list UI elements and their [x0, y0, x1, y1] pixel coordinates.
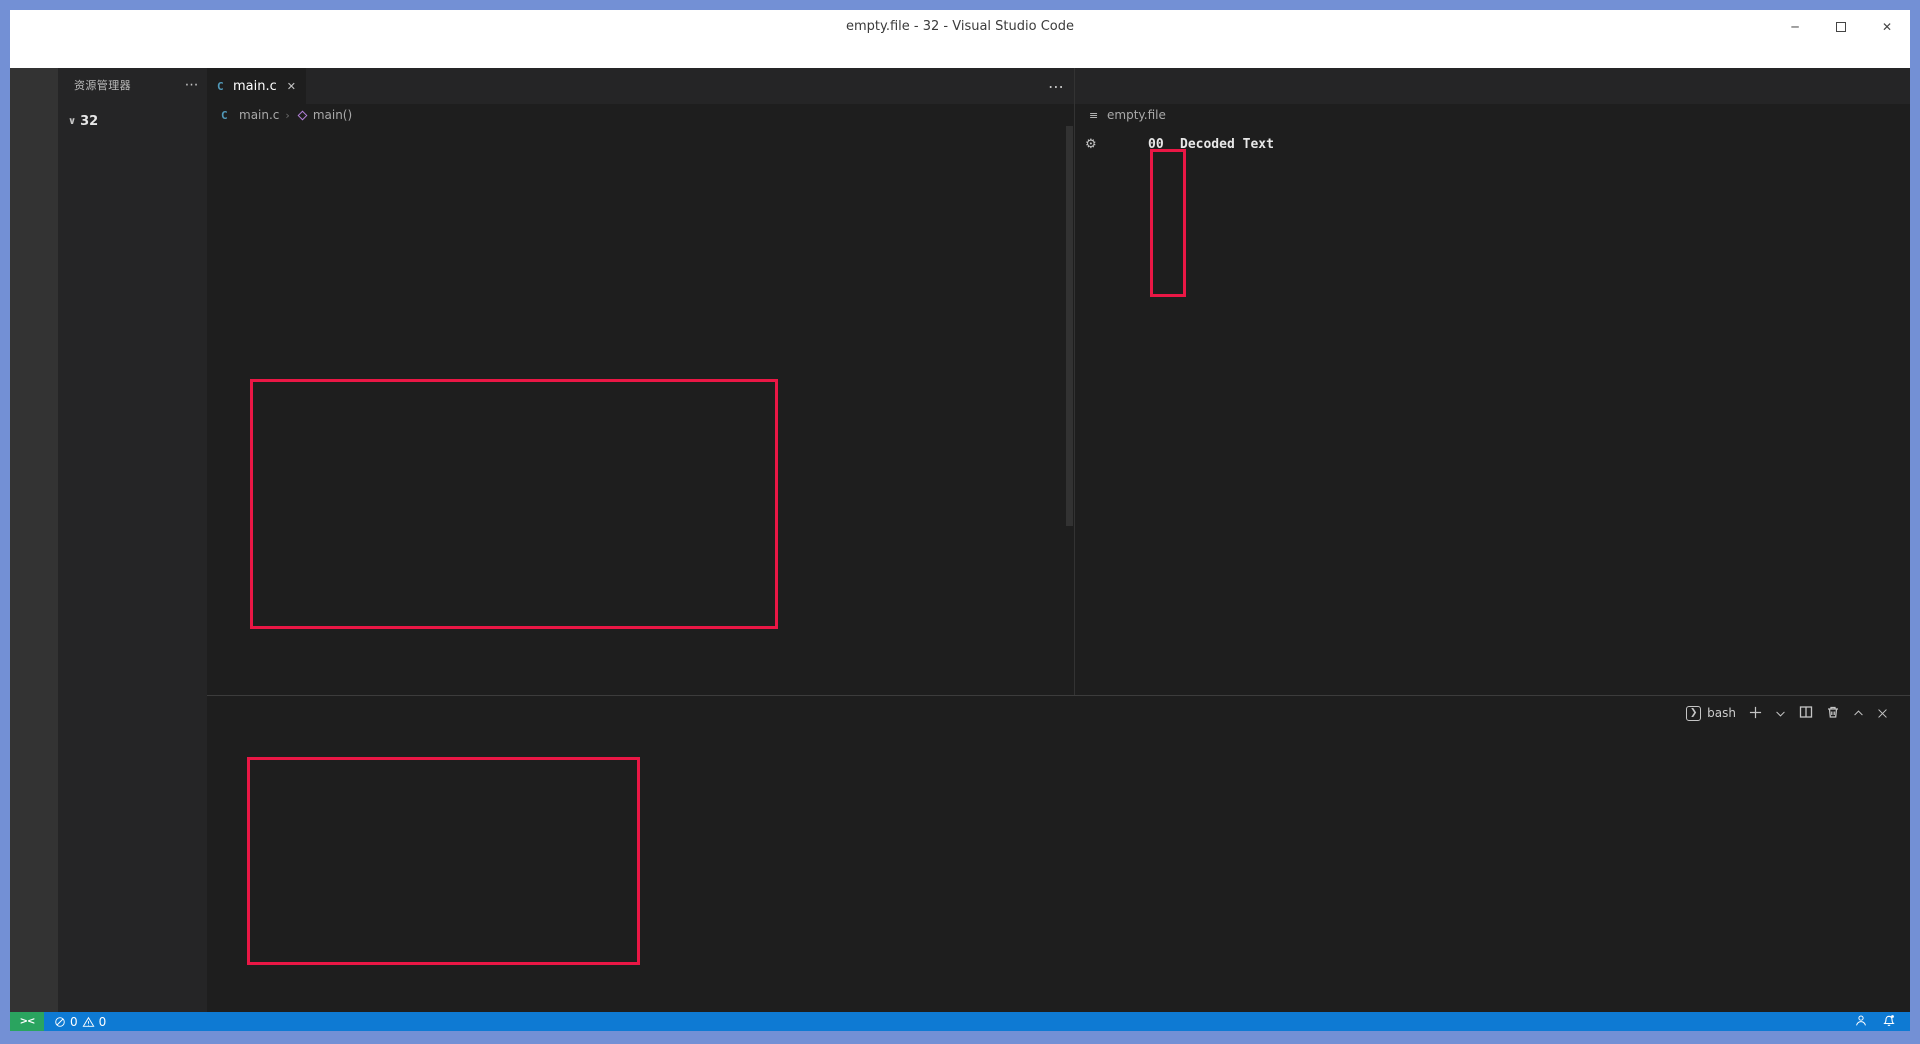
remote-indicator[interactable]: ><: [10, 1012, 44, 1031]
hex-editor[interactable]: ⚙ 00 Decoded Text: [1075, 126, 1910, 695]
status-bar: >< 0 0: [10, 1012, 1910, 1031]
code-editor[interactable]: [207, 126, 1074, 695]
hex-header-row: ⚙ 00 Decoded Text: [1075, 134, 1910, 154]
workbench: 资源管理器 ⋯ ∨ 32 C main.c: [10, 68, 1910, 1012]
breadcrumb-file: empty.file: [1107, 108, 1166, 122]
maximize-panel-icon[interactable]: [1853, 704, 1864, 723]
tab-main-c[interactable]: C main.c ✕: [207, 68, 307, 104]
tab-label: main.c: [233, 79, 277, 94]
more-actions-icon[interactable]: ⋯: [1048, 77, 1064, 96]
breadcrumb-file: main.c: [239, 108, 279, 122]
symbol-method-icon: [297, 110, 307, 120]
bottom-panel: ❯ bash: [207, 695, 1910, 1012]
editor-groups: C main.c ✕ ⋯ C main.c ›: [207, 68, 1910, 695]
shell-label: bash: [1707, 706, 1736, 720]
breadcrumb-symbol: main(): [313, 108, 352, 122]
vscode-window: empty.file - 32 - Visual Studio Code ─ ✕…: [10, 10, 1910, 1031]
file-icon: ≡: [1089, 109, 1103, 122]
kill-terminal-icon[interactable]: [1826, 704, 1840, 723]
window-title: empty.file - 32 - Visual Studio Code: [10, 10, 1910, 44]
terminal-icon: ❯: [1686, 706, 1701, 721]
breadcrumb[interactable]: C main.c › main(): [207, 104, 1074, 126]
tab-bar-group2: [1075, 68, 1910, 104]
sidebar-title: 资源管理器: [74, 77, 131, 93]
gear-icon[interactable]: ⚙: [1075, 137, 1148, 152]
split-terminal-icon[interactable]: [1799, 704, 1813, 723]
breadcrumb-hex[interactable]: ≡ empty.file: [1075, 104, 1910, 126]
c-file-icon: C: [217, 80, 233, 93]
hex-column-header: 00: [1148, 137, 1180, 152]
breadcrumb-separator: ›: [283, 109, 291, 122]
editor-group-hex: ≡ empty.file ⚙ 00 Decoded Text: [1075, 68, 1910, 695]
feedback-icon[interactable]: [1854, 1014, 1868, 1030]
editor-and-panel: C main.c ✕ ⋯ C main.c ›: [207, 68, 1910, 1012]
chevron-down-icon[interactable]: [1775, 704, 1786, 723]
activity-bar: [10, 68, 58, 1012]
maximize-button[interactable]: [1818, 10, 1864, 44]
notifications-bell-icon[interactable]: [1882, 1013, 1896, 1030]
panel-header: ❯ bash: [207, 696, 1910, 730]
desktop-frame: empty.file - 32 - Visual Studio Code ─ ✕…: [0, 0, 1920, 1044]
tab-bar-group1: C main.c ✕ ⋯: [207, 68, 1074, 104]
error-icon: [54, 1016, 66, 1028]
maximize-icon: [1836, 22, 1846, 32]
chevron-down-icon: ∨: [68, 116, 76, 127]
close-button[interactable]: ✕: [1864, 10, 1910, 44]
explorer-sidebar: 资源管理器 ⋯ ∨ 32: [58, 68, 207, 1012]
close-panel-icon[interactable]: [1877, 704, 1888, 723]
error-count: 0: [70, 1015, 78, 1029]
warning-count: 0: [99, 1015, 107, 1029]
folder-root-label: 32: [80, 114, 98, 129]
folder-root[interactable]: ∨ 32: [58, 110, 207, 132]
editor-group-code: C main.c ✕ ⋯ C main.c ›: [207, 68, 1075, 695]
terminal-picker[interactable]: ❯ bash: [1686, 706, 1736, 721]
window-controls: ─ ✕: [1772, 10, 1910, 44]
sidebar-more-actions-icon[interactable]: ⋯: [185, 77, 199, 93]
editor-scrollbar[interactable]: [1064, 126, 1074, 695]
problems-status[interactable]: 0 0: [44, 1015, 106, 1029]
close-icon[interactable]: ✕: [287, 80, 296, 93]
sidebar-header: 资源管理器 ⋯: [58, 68, 207, 102]
decoded-text-header: Decoded Text: [1180, 137, 1274, 152]
panel-actions: ❯ bash: [1686, 704, 1910, 723]
terminal[interactable]: [207, 730, 1910, 1012]
menu-bar: [10, 44, 1910, 68]
c-file-icon: C: [221, 109, 235, 122]
new-terminal-icon[interactable]: [1749, 704, 1762, 723]
title-bar: empty.file - 32 - Visual Studio Code ─ ✕: [10, 10, 1910, 44]
minimize-button[interactable]: ─: [1772, 10, 1818, 44]
warning-icon: [82, 1016, 95, 1028]
